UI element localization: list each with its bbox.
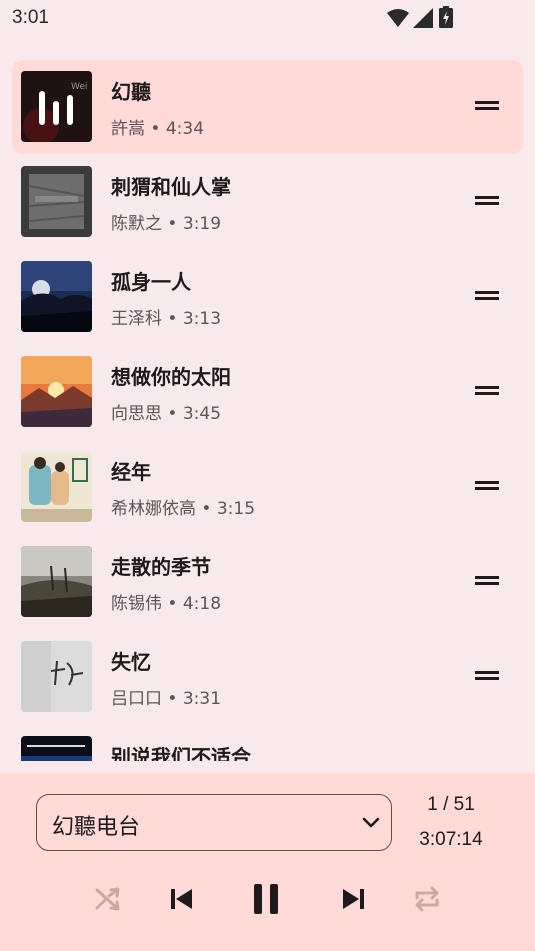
player-panel: 幻聽电台 1 / 51 3:07:14 [0, 773, 535, 951]
track-row[interactable]: 失忆 吕口口 • 3:31 [12, 630, 523, 724]
track-row[interactable]: 走散的季节 陈锡伟 • 4:18 [12, 535, 523, 629]
track-row[interactable]: 想做你的太阳 向思思 • 3:45 [12, 345, 523, 439]
track-title: 走散的季节 [111, 555, 211, 579]
pause-button[interactable] [248, 881, 284, 917]
track-artist-duration: 向思思 • 3:45 [111, 404, 222, 424]
track-title: 想做你的太阳 [111, 365, 231, 389]
cover-art-night-sky [21, 261, 92, 332]
track-title: 失忆 [111, 650, 151, 674]
status-time: 3:01 [12, 7, 49, 28]
skip-next-button[interactable] [336, 881, 372, 917]
repeat-icon [415, 886, 439, 912]
track-row[interactable]: 别说我们不适合 [12, 725, 523, 761]
cellular-signal-icon [413, 8, 433, 28]
svg-text:Wei: Wei [71, 82, 87, 92]
pause-icon [254, 884, 278, 914]
playlist-name: 幻聽电台 [52, 815, 141, 840]
track-title: 孤身一人 [111, 270, 191, 294]
drag-handle-icon[interactable] [475, 668, 499, 682]
track-title: 别说我们不适合 [111, 745, 251, 761]
shuffle-icon [95, 887, 120, 911]
track-title: 幻聽 [111, 80, 151, 104]
battery-charging-icon [439, 6, 453, 28]
cover-art-sunset [21, 356, 92, 427]
drag-handle-icon[interactable] [475, 573, 499, 587]
cover-art-dark-blue [21, 736, 92, 761]
drag-handle-icon[interactable] [475, 193, 499, 207]
track-row[interactable]: 孤身一人 王泽科 • 3:13 [12, 250, 523, 344]
track-list[interactable]: Wei 幻聽 許嵩 • 4:34 刺猬和仙人掌 陈默之 • 3:19 孤身一人 … [0, 60, 535, 761]
track-artist-duration: 陈默之 • 3:19 [111, 214, 222, 234]
track-artist-duration: 許嵩 • 4:34 [111, 119, 205, 139]
repeat-button[interactable] [409, 881, 445, 917]
skip-previous-icon [171, 889, 192, 909]
wifi-icon [387, 9, 409, 27]
cover-art-handwriting [21, 641, 92, 712]
cover-art-sound-bars: Wei [21, 71, 92, 142]
drag-handle-icon[interactable] [475, 478, 499, 492]
skip-previous-button[interactable] [163, 881, 199, 917]
track-artist-duration: 王泽科 • 3:13 [111, 309, 222, 329]
total-duration: 3:07:14 [419, 829, 483, 850]
cover-art-illustration [21, 451, 92, 522]
chevron-down-icon [362, 817, 380, 828]
track-title: 刺猬和仙人掌 [111, 175, 231, 199]
track-title: 经年 [111, 460, 151, 484]
track-row[interactable]: 经年 希林娜依高 • 3:15 [12, 440, 523, 534]
track-artist-duration: 吕口口 • 3:31 [111, 689, 222, 709]
status-bar: 3:01 [0, 0, 535, 36]
cover-art-gray-texture [21, 166, 92, 237]
cover-art-misty-forest [21, 546, 92, 617]
track-artist-duration: 希林娜依高 • 3:15 [111, 499, 256, 519]
queue-position: 1 / 51 [427, 794, 475, 815]
drag-handle-icon[interactable] [475, 383, 499, 397]
drag-handle-icon[interactable] [475, 288, 499, 302]
skip-next-icon [343, 889, 364, 909]
track-row-active[interactable]: Wei 幻聽 許嵩 • 4:34 [12, 60, 523, 154]
track-artist-duration: 陈锡伟 • 4:18 [111, 594, 222, 614]
playlist-dropdown[interactable]: 幻聽电台 [36, 794, 392, 851]
drag-handle-icon[interactable] [475, 98, 499, 112]
track-row[interactable]: 刺猬和仙人掌 陈默之 • 3:19 [12, 155, 523, 249]
shuffle-button[interactable] [90, 881, 126, 917]
